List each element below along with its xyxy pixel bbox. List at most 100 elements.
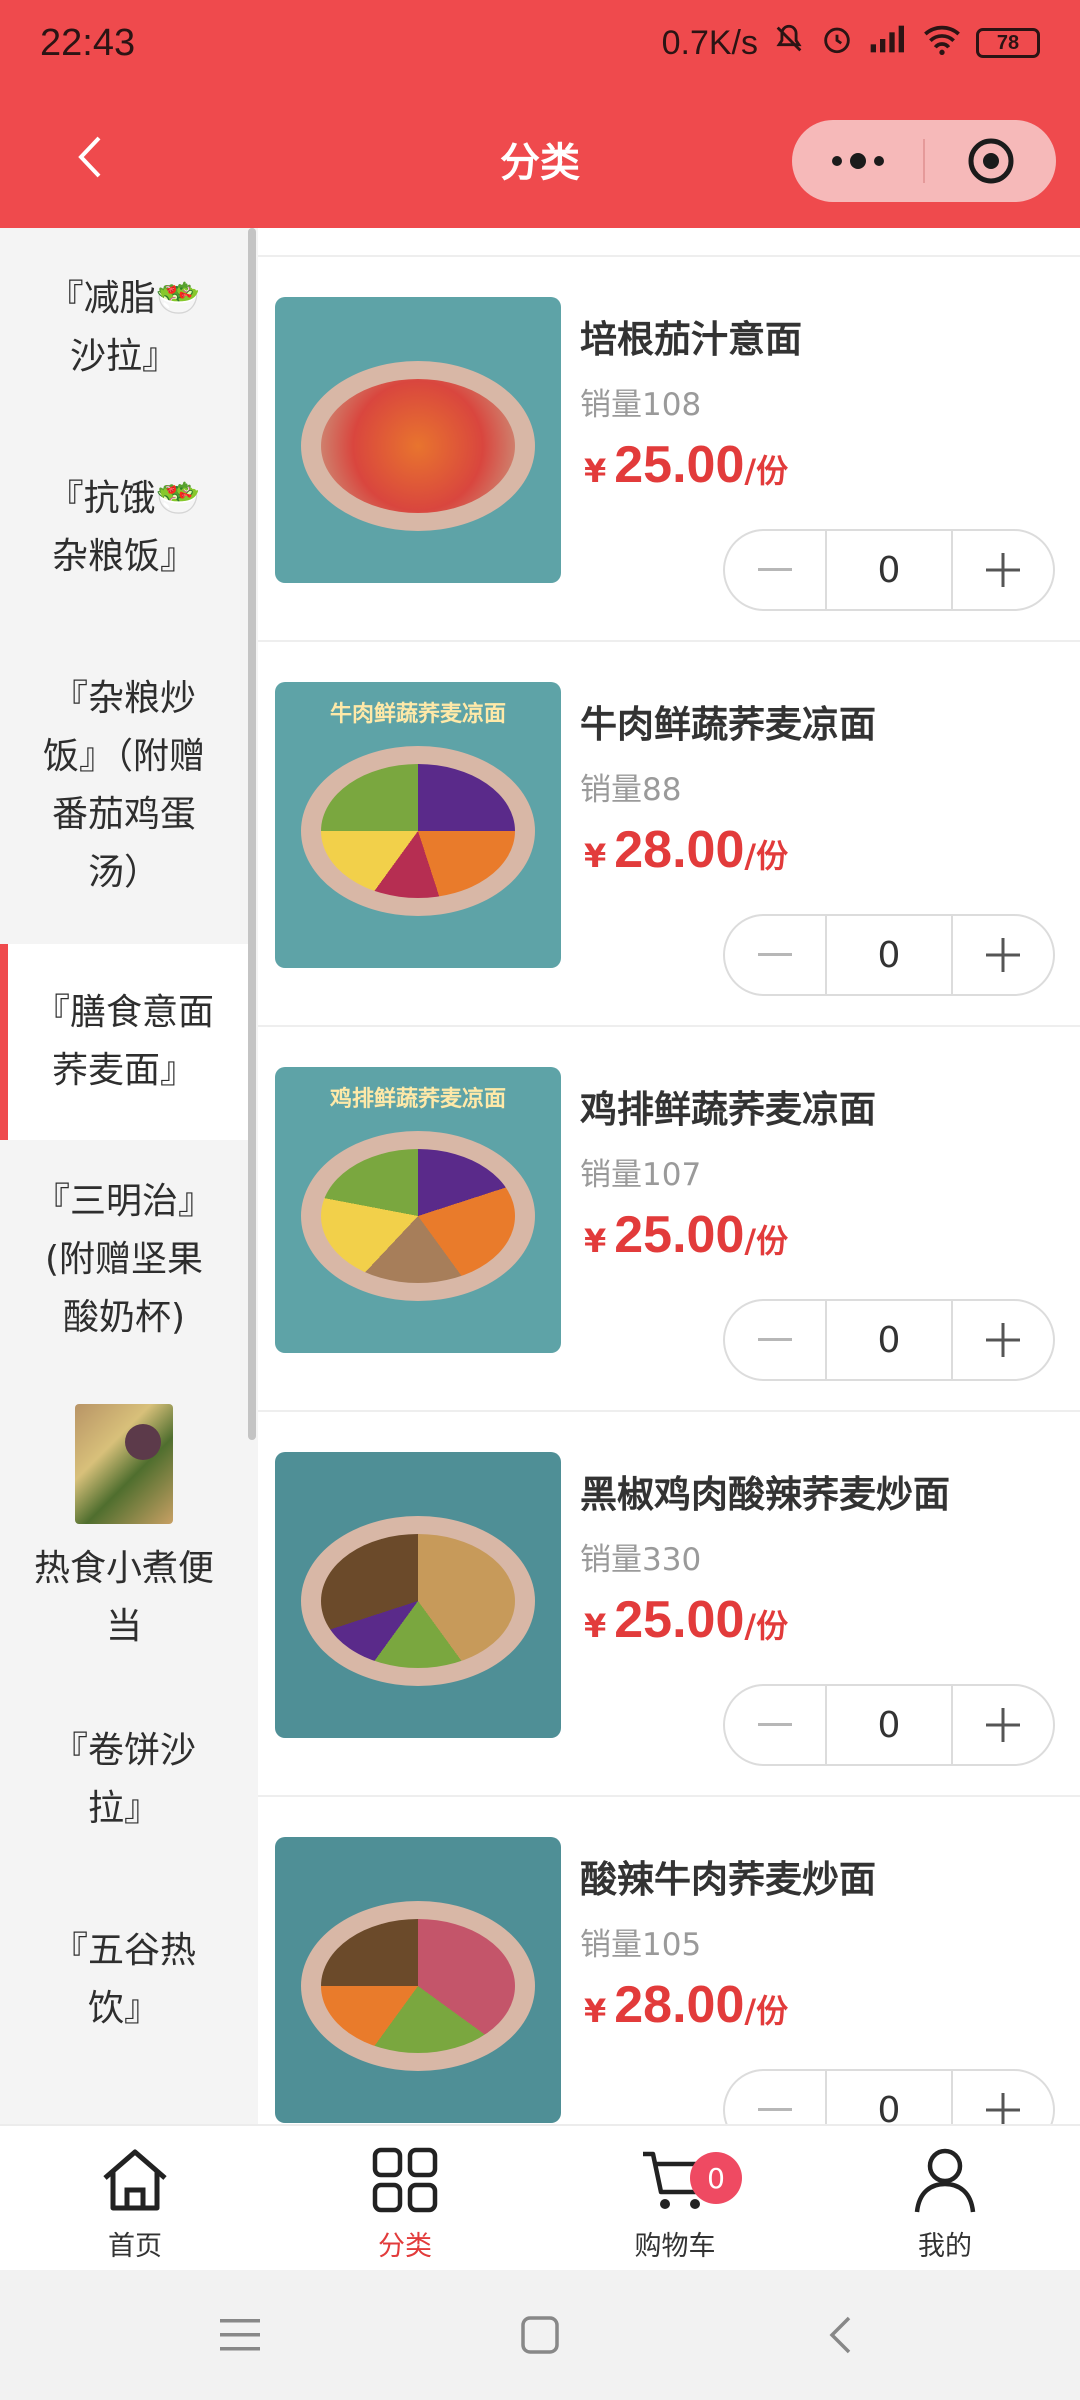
plus-icon [986, 1708, 1020, 1742]
sidebar-item-label: 『三明治』 (附赠坚果 酸奶杯) [33, 1181, 214, 1338]
decrease-button[interactable] [725, 1686, 825, 1764]
square-icon [521, 2316, 559, 2354]
product-image: 牛肉鲜蔬荞麦凉面 [275, 682, 561, 968]
minus-icon [758, 953, 792, 956]
back-triangle-icon [829, 2316, 851, 2354]
tab-label: 购物车 [634, 2231, 716, 2262]
product-card[interactable]: 酸辣牛肉荞麦炒面 销量105 ¥ 28.00 /份 0 [258, 1795, 1080, 2124]
decrease-button[interactable] [725, 2071, 825, 2124]
plus-icon [986, 2093, 1020, 2124]
product-price: ¥ 28.00 /份 [584, 1975, 788, 2035]
sidebar-item-label: 『杂粮炒 饭』（附赠 番茄鸡蛋 汤） [42, 678, 205, 893]
sidebar-item-bento[interactable]: 热食小煮便 当 [0, 1380, 248, 1680]
battery-icon: 78 [976, 28, 1040, 58]
product-card[interactable]: 黑椒鸡肉酸辣荞麦炒面 销量330 ¥ 25.00 /份 0 [258, 1410, 1080, 1795]
tab-label: 我的 [918, 2231, 972, 2262]
product-sales: 销量107 [580, 1157, 702, 1193]
product-list[interactable]: 培根茄汁意面 销量108 ¥ 25.00 /份 0 牛肉鲜蔬荞麦凉面 牛肉鲜蔬荞… [258, 228, 1080, 2124]
cart-count-badge: 0 [690, 2152, 742, 2204]
increase-button[interactable] [953, 531, 1053, 609]
product-image: 鸡排鲜蔬荞麦凉面 [275, 1067, 561, 1353]
product-card[interactable]: 牛肉鲜蔬荞麦凉面 牛肉鲜蔬荞麦凉面 销量88 ¥ 28.00 /份 0 [258, 640, 1080, 1025]
product-sales: 销量108 [580, 387, 702, 423]
back-nav-button[interactable] [810, 2305, 870, 2365]
more-button[interactable] [792, 120, 923, 202]
price-value: 25.00 [614, 1206, 745, 1264]
product-sales: 销量330 [580, 1542, 702, 1578]
product-name: 培根茄汁意面 [580, 318, 802, 361]
image-caption: 牛肉鲜蔬荞麦凉面 [329, 702, 506, 727]
quantity-value[interactable]: 0 [825, 531, 953, 609]
tab-cart[interactable]: 购物车 0 [540, 2126, 810, 2270]
minus-icon [758, 2108, 792, 2111]
target-icon [968, 138, 1013, 184]
increase-button[interactable] [953, 1301, 1053, 1379]
decrease-button[interactable] [725, 916, 825, 994]
price-unit: /份 [744, 1992, 789, 2030]
increase-button[interactable] [953, 1686, 1053, 1764]
alarm-icon [820, 22, 854, 65]
tab-category[interactable]: 分类 [270, 2126, 540, 2270]
price-value: 25.00 [614, 436, 745, 494]
product-image [275, 297, 561, 583]
decrease-button[interactable] [725, 1301, 825, 1379]
home-nav-button[interactable] [510, 2305, 570, 2365]
sidebar-item-salad[interactable]: 『减脂🥗 沙拉』 [0, 228, 248, 428]
more-icon [831, 153, 884, 169]
sidebar-item-label: 『膳食意面 荞麦面』 [33, 992, 214, 1091]
close-miniprogram-button[interactable] [925, 120, 1056, 202]
sidebar-item-label: 『卷饼沙 拉』 [51, 1730, 196, 1829]
price-unit: /份 [744, 452, 789, 490]
currency-symbol: ¥ [584, 1607, 607, 1645]
price-unit: /份 [744, 1222, 789, 1260]
recent-apps-button[interactable] [210, 2305, 270, 2365]
sidebar-item-label: 『减脂🥗 沙拉』 [47, 278, 201, 377]
price-unit: /份 [744, 837, 789, 875]
product-sales: 销量105 [580, 1927, 702, 1963]
quantity-value[interactable]: 0 [825, 2071, 953, 2124]
increase-button[interactable] [953, 916, 1053, 994]
user-icon [914, 2148, 976, 2213]
increase-button[interactable] [953, 2071, 1053, 2124]
home-icon [103, 2149, 167, 2211]
quantity-stepper: 0 [723, 914, 1055, 996]
sidebar-item-wrap[interactable]: 『卷饼沙 拉』 [0, 1680, 248, 1880]
network-speed: 0.7K/s [661, 23, 758, 62]
minus-icon [758, 1723, 792, 1726]
decrease-button[interactable] [725, 531, 825, 609]
product-name: 酸辣牛肉荞麦炒面 [580, 1858, 876, 1901]
quantity-stepper: 0 [723, 1684, 1055, 1766]
sidebar-item-drinks[interactable]: 『五谷热 饮』 [0, 1880, 248, 2080]
status-indicators: 0.7K/s 78 [662, 22, 1040, 65]
sidebar-item-grain-rice[interactable]: 『抗饿🥗 杂粮饭』 [0, 428, 248, 628]
header: 分类 [0, 86, 1080, 228]
tab-home[interactable]: 首页 [0, 2126, 270, 2270]
quantity-value[interactable]: 0 [825, 916, 953, 994]
quantity-stepper: 0 [723, 529, 1055, 611]
product-sales: 销量88 [580, 772, 682, 808]
price-value: 28.00 [614, 821, 745, 879]
quantity-value[interactable]: 0 [825, 1686, 953, 1764]
product-card[interactable]: 鸡排鲜蔬荞麦凉面 鸡排鲜蔬荞麦凉面 销量107 ¥ 25.00 /份 0 [258, 1025, 1080, 1410]
status-bar: 22:43 0.7K/s 78 [0, 0, 1080, 86]
sidebar-item-label: 『五谷热 饮』 [51, 1930, 196, 2029]
scrollbar[interactable] [248, 228, 256, 1440]
plus-icon [986, 938, 1020, 972]
product-card[interactable]: 培根茄汁意面 销量108 ¥ 25.00 /份 0 [258, 255, 1080, 640]
image-caption: 鸡排鲜蔬荞麦凉面 [329, 1087, 506, 1112]
product-name: 牛肉鲜蔬荞麦凉面 [580, 703, 876, 746]
minus-icon [758, 1338, 792, 1341]
product-price: ¥ 25.00 /份 [584, 1590, 788, 1650]
status-time: 22:43 [40, 21, 136, 64]
sidebar-item-fried-rice[interactable]: 『杂粮炒 饭』（附赠 番茄鸡蛋 汤） [0, 628, 248, 944]
grid-icon [372, 2147, 438, 2213]
sidebar-item-pasta-noodles[interactable]: 『膳食意面 荞麦面』 [0, 944, 248, 1140]
quantity-value[interactable]: 0 [825, 1301, 953, 1379]
price-unit: /份 [744, 1607, 789, 1645]
category-sidebar[interactable]: 『减脂🥗 沙拉』 『抗饿🥗 杂粮饭』 『杂粮炒 饭』（附赠 番茄鸡蛋 汤） 『膳… [0, 228, 258, 2124]
currency-symbol: ¥ [584, 452, 607, 490]
mute-icon [772, 22, 806, 65]
plus-icon [986, 1323, 1020, 1357]
tab-mine[interactable]: 我的 [810, 2126, 1080, 2270]
sidebar-item-sandwich[interactable]: 『三明治』 (附赠坚果 酸奶杯) [0, 1140, 248, 1380]
